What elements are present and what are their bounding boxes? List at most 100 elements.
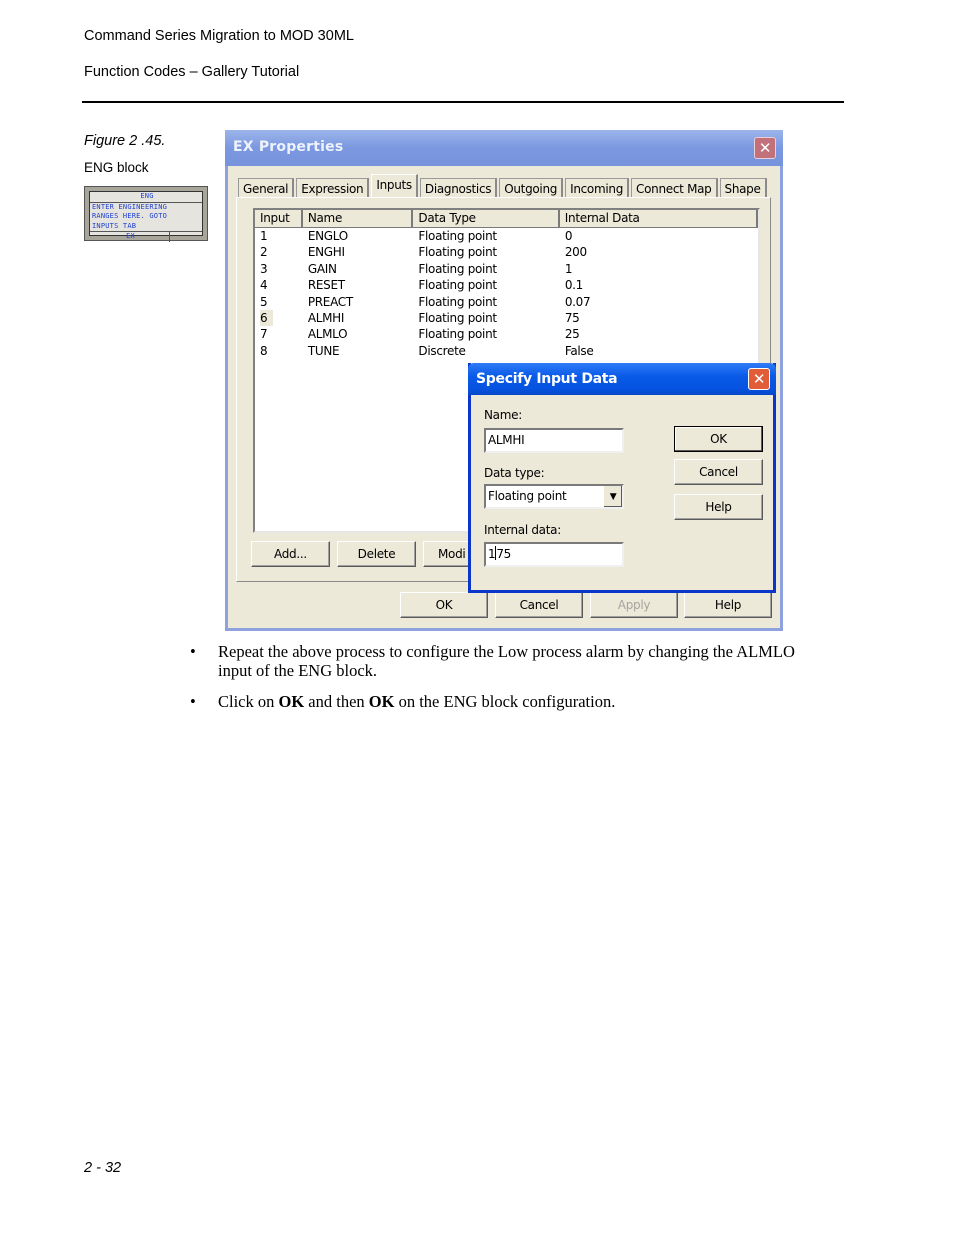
cell-name: ALMLO xyxy=(307,327,348,342)
table-row[interactable]: 5 PREACT Floating point 0.07 xyxy=(255,294,758,310)
table-row[interactable]: 4 RESET Floating point 0.1 xyxy=(255,277,758,293)
eng-block-footer-blank xyxy=(170,232,202,242)
internal-data-text-after: 75 xyxy=(496,547,512,561)
specify-input-titlebar[interactable]: Specify Input Data ✕ xyxy=(468,363,776,395)
tab-general[interactable]: General xyxy=(238,178,295,198)
column-header-data-type[interactable]: Data Type xyxy=(413,210,560,228)
dialog-cancel-button[interactable]: Cancel xyxy=(674,459,763,485)
cell-name: ENGLO xyxy=(307,229,348,243)
cell-input: 7 xyxy=(260,327,268,342)
cell-internal-data: 200 xyxy=(564,245,587,260)
text: Repeat the above process to configure th… xyxy=(218,642,795,680)
figure-caption: Figure 2 .45. xyxy=(84,133,166,149)
data-type-label: Data type: xyxy=(484,466,545,480)
table-row[interactable]: 1 ENGLO Floating point 0 xyxy=(255,228,758,244)
eng-block-type: EX xyxy=(92,232,170,242)
tab-connect-map[interactable]: Connect Map xyxy=(631,178,718,198)
data-type-value: Floating point xyxy=(488,489,567,503)
text: Click on xyxy=(218,692,279,711)
internal-data-label: Internal data: xyxy=(484,523,561,537)
eng-block-title: ENG xyxy=(90,192,202,203)
help-button[interactable]: Help xyxy=(684,592,772,618)
eng-block-footer: EX xyxy=(90,231,202,242)
cell-internal-data: 0.07 xyxy=(564,294,591,309)
name-input[interactable]: ALMHI xyxy=(484,428,624,453)
cell-name: TUNE xyxy=(307,343,340,358)
cell-input: 3 xyxy=(260,261,268,276)
dialog-help-button[interactable]: Help xyxy=(674,494,763,520)
tab-diagnostics[interactable]: Diagnostics xyxy=(419,178,498,198)
data-type-select[interactable]: Floating point ▼ xyxy=(484,484,624,509)
list-item: • Click on OK and then OK on the ENG bloc… xyxy=(188,692,828,711)
table-row[interactable]: 8 TUNE Discrete False xyxy=(255,343,758,359)
list-item: • Repeat the above process to configure t… xyxy=(188,642,828,680)
tab-inputs[interactable]: Inputs xyxy=(371,174,418,198)
cell-data-type: Floating point xyxy=(418,229,497,243)
table-row[interactable]: 6 ALMHI Floating point 75 xyxy=(255,309,758,326)
cell-input: 6 xyxy=(255,309,303,326)
specify-input-title: Specify Input Data xyxy=(476,371,618,387)
cell-data-type: Floating point xyxy=(418,294,497,309)
cell-input: 2 xyxy=(260,245,268,260)
cell-data-type: Discrete xyxy=(418,343,466,358)
cell-data-type: Floating point xyxy=(418,261,497,276)
figure-subcaption: ENG block xyxy=(84,160,149,175)
cancel-button[interactable]: Cancel xyxy=(495,592,583,618)
eng-block-line: INPUTS TAB xyxy=(92,221,137,230)
close-icon[interactable]: ✕ xyxy=(748,368,770,390)
cell-data-type: Floating point xyxy=(418,310,497,325)
cell-input: 5 xyxy=(260,294,268,309)
tab-shape[interactable]: Shape xyxy=(719,178,767,198)
tab-expression[interactable]: Expression xyxy=(296,178,370,198)
table-row[interactable]: 7 ALMLO Floating point 25 xyxy=(255,326,758,342)
cell-internal-data: 1 xyxy=(564,261,573,276)
bold-text: OK xyxy=(368,692,395,711)
tab-incoming[interactable]: Incoming xyxy=(565,178,630,198)
column-header-input[interactable]: Input xyxy=(255,210,303,228)
selected-row-marker: 6 xyxy=(260,309,274,326)
internal-data-text-before: 1 xyxy=(488,547,496,561)
chevron-down-icon[interactable]: ▼ xyxy=(603,486,622,507)
cell-input: 4 xyxy=(260,278,268,293)
close-icon[interactable]: ✕ xyxy=(754,137,776,159)
document-header-title: Command Series Migration to MOD 30ML xyxy=(84,28,354,44)
table-row[interactable]: 3 GAIN Floating point 1 xyxy=(255,261,758,277)
column-header-internal-data[interactable]: Internal Data xyxy=(559,210,758,228)
cell-data-type: Floating point xyxy=(418,245,497,260)
internal-data-input[interactable]: 175 xyxy=(484,542,624,567)
table-row[interactable]: 2 ENGHI Floating point 200 xyxy=(255,244,758,260)
cell-input: 1 xyxy=(260,229,268,243)
ok-button[interactable]: OK xyxy=(400,592,488,618)
ex-properties-title: EX Properties xyxy=(233,139,344,155)
delete-button[interactable]: Delete xyxy=(337,541,416,567)
bullet-icon: • xyxy=(190,692,196,711)
cell-internal-data: 0.1 xyxy=(564,278,583,293)
cell-internal-data: 75 xyxy=(564,310,580,325)
specify-input-data-dialog: Specify Input Data ✕ Name: ALMHI Data ty… xyxy=(468,363,776,593)
cell-data-type: Floating point xyxy=(418,278,497,293)
cell-name: RESET xyxy=(307,278,345,293)
dialog-ok-button[interactable]: OK xyxy=(674,426,763,452)
tab-outgoing[interactable]: Outgoing xyxy=(499,178,564,198)
column-header-name[interactable]: Name xyxy=(302,210,414,228)
apply-button[interactable]: Apply xyxy=(590,592,678,618)
name-label: Name: xyxy=(484,408,522,422)
eng-block-line: ENTER ENGINEERING xyxy=(92,202,168,211)
cell-name: PREACT xyxy=(307,294,353,309)
text: and then xyxy=(304,692,369,711)
add-button[interactable]: Add... xyxy=(251,541,330,567)
ex-properties-titlebar[interactable]: EX Properties ✕ xyxy=(225,130,783,166)
cell-internal-data: 0 xyxy=(564,229,573,243)
document-header-subtitle: Function Codes – Gallery Tutorial xyxy=(84,64,300,80)
text: on the ENG block configuration. xyxy=(394,692,616,711)
cell-data-type: Floating point xyxy=(418,327,497,342)
eng-block-thumbnail: ENG ENTER ENGINEERING RANGES HERE. GOTO … xyxy=(84,186,208,242)
cell-input: 8 xyxy=(260,343,268,358)
page-number: 2 - 32 xyxy=(84,1160,122,1176)
cell-name: GAIN xyxy=(307,261,337,276)
cell-name: ALMHI xyxy=(307,310,345,325)
cell-internal-data: 25 xyxy=(564,327,580,342)
eng-block-line: RANGES HERE. GOTO xyxy=(92,212,168,220)
cell-internal-data: False xyxy=(564,343,594,358)
cell-name: ENGHI xyxy=(307,245,345,260)
